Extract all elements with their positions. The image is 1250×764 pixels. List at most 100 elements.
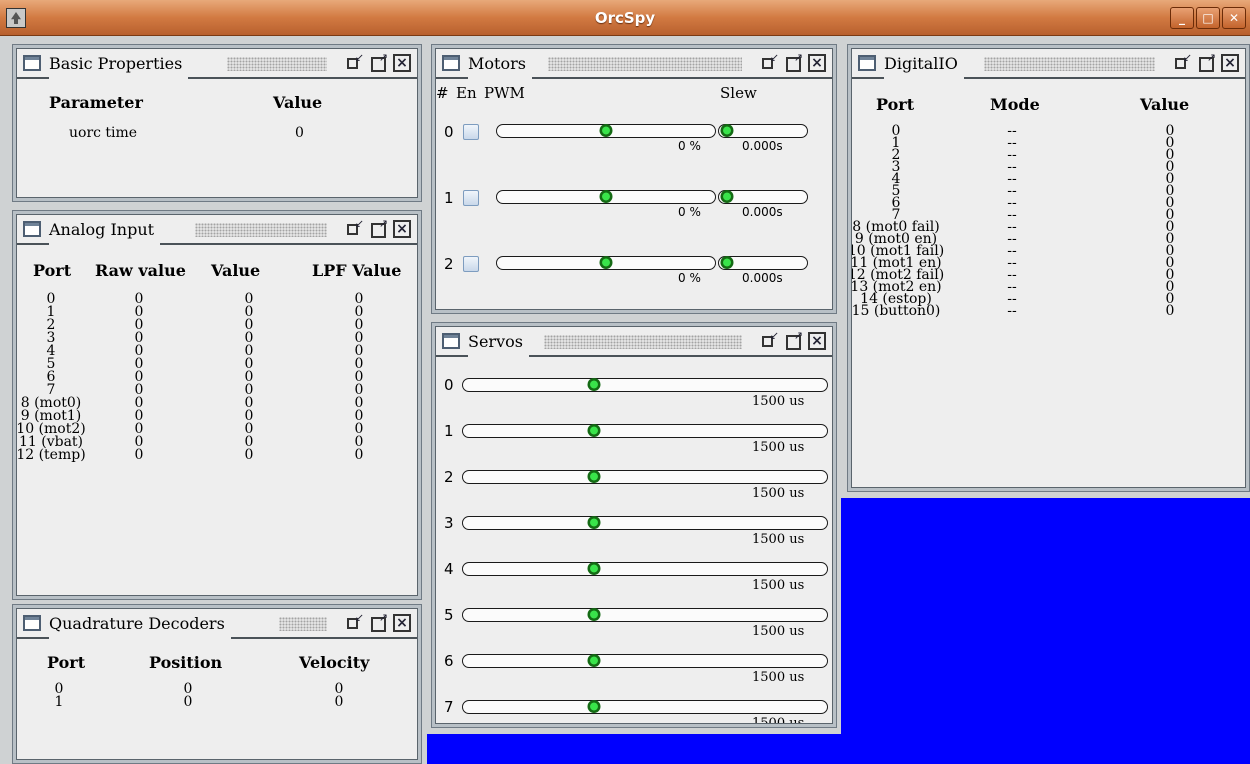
- frame-icon[interactable]: [23, 221, 41, 237]
- frame-title-bar[interactable]: Servos ×: [436, 327, 832, 357]
- port-label: 15 (button0): [852, 303, 941, 319]
- quadrature-decoders-frame[interactable]: Quadrature Decoders × Port Position Velo…: [12, 604, 422, 764]
- servo-id: 7: [444, 698, 454, 716]
- column-header: LPF Value: [312, 261, 402, 280]
- parameter-name: uorc time: [69, 125, 138, 141]
- table-cell: 0: [334, 694, 344, 710]
- drag-grip[interactable]: [984, 57, 1155, 71]
- slider-knob[interactable]: [599, 124, 613, 137]
- maximize-icon[interactable]: [784, 328, 803, 350]
- slider-knob[interactable]: [587, 424, 601, 437]
- port-label: 12 (temp): [17, 447, 86, 463]
- column-header: Value: [1140, 95, 1190, 114]
- servo-slider[interactable]: [462, 608, 828, 622]
- slider-knob[interactable]: [587, 700, 601, 713]
- slider-knob[interactable]: [599, 256, 613, 269]
- close-icon[interactable]: ×: [393, 614, 411, 632]
- close-icon[interactable]: ×: [393, 220, 411, 238]
- close-icon[interactable]: ×: [393, 54, 411, 72]
- frame-icon[interactable]: [23, 55, 41, 71]
- minimize-button[interactable]: _: [1170, 7, 1194, 29]
- digitalio-frame[interactable]: DigitalIO × Port Mode Value 0--01--02--0…: [847, 44, 1250, 492]
- slider-knob[interactable]: [720, 124, 734, 137]
- column-header: PWM: [484, 84, 525, 102]
- slider-knob[interactable]: [587, 378, 601, 391]
- column-header: Position: [149, 653, 223, 672]
- frame-icon[interactable]: [858, 55, 876, 71]
- drag-grip[interactable]: [195, 223, 327, 237]
- iconify-icon[interactable]: [345, 610, 364, 632]
- motor-enable-checkbox[interactable]: [463, 256, 479, 272]
- close-icon[interactable]: ×: [808, 332, 826, 350]
- column-header: Velocity: [299, 653, 370, 672]
- window-title: OrcSpy: [594, 9, 656, 27]
- servo-slider[interactable]: [462, 562, 828, 576]
- iconify-icon[interactable]: [760, 50, 779, 72]
- drag-grip[interactable]: [544, 335, 742, 349]
- frame-title-bar[interactable]: DigitalIO ×: [852, 49, 1245, 79]
- slider-knob[interactable]: [587, 562, 601, 575]
- frame-content: Parameter Value uorc time 0: [17, 81, 417, 197]
- app-window: OrcSpy _ □ ✕ Basic Properties × Paramete…: [0, 0, 1250, 764]
- slider-knob[interactable]: [587, 470, 601, 483]
- maximize-icon[interactable]: [369, 610, 388, 632]
- basic-properties-frame[interactable]: Basic Properties × Parameter Value uorc …: [12, 44, 422, 202]
- frame-title: Servos: [468, 327, 529, 357]
- servo-slider[interactable]: [462, 470, 828, 484]
- slider-knob[interactable]: [599, 190, 613, 203]
- iconify-icon[interactable]: [345, 216, 364, 238]
- maximize-icon[interactable]: [369, 50, 388, 72]
- column-header: En: [456, 84, 477, 102]
- iconify-icon[interactable]: [760, 328, 779, 350]
- frame-content: Port Raw value Value LPF Value 000010002…: [17, 247, 417, 595]
- maximize-icon[interactable]: [1197, 50, 1216, 72]
- frame-title-bar[interactable]: Analog Input ×: [17, 215, 417, 245]
- drag-grip[interactable]: [548, 57, 742, 71]
- drag-grip[interactable]: [227, 57, 327, 71]
- servo-value: 1500 us: [752, 716, 804, 723]
- frame-title: Motors: [468, 49, 532, 79]
- maximize-icon[interactable]: [784, 50, 803, 72]
- title-bar[interactable]: OrcSpy _ □ ✕: [0, 0, 1250, 36]
- servo-value: 1500 us: [752, 578, 805, 593]
- frame-icon[interactable]: [442, 55, 460, 71]
- pwm-value: 0 %: [678, 271, 701, 285]
- frame-content: 0 1500 us 1 1500 us 2 1500 us 3 1500 us 4 1500 us…: [436, 359, 832, 723]
- servo-slider[interactable]: [462, 654, 828, 668]
- servos-frame[interactable]: Servos × 0 1500 us 1 1500 us 2 1500 us 3 1500 u…: [431, 322, 837, 728]
- frame-title-bar[interactable]: Quadrature Decoders ×: [17, 609, 417, 639]
- close-icon[interactable]: ×: [1221, 54, 1239, 72]
- pwm-value: 0 %: [678, 205, 701, 219]
- slew-value: 0.000s: [742, 205, 783, 219]
- table-cell: --: [1007, 303, 1017, 319]
- servo-slider[interactable]: [462, 424, 828, 438]
- slider-knob[interactable]: [720, 256, 734, 269]
- frame-content: Port Position Velocity 0 0 0 1 0 0: [17, 641, 417, 759]
- motor-enable-checkbox[interactable]: [463, 190, 479, 206]
- close-button[interactable]: ✕: [1222, 7, 1246, 29]
- motor-enable-checkbox[interactable]: [463, 124, 479, 140]
- frame-title-bar[interactable]: Motors ×: [436, 49, 832, 79]
- analog-input-frame[interactable]: Analog Input × Port Raw value Value LPF …: [12, 210, 422, 600]
- iconify-icon[interactable]: [345, 50, 364, 72]
- slider-knob[interactable]: [587, 654, 601, 667]
- servo-slider[interactable]: [462, 516, 828, 530]
- frame-content: # En PWM Slew 0 0 % 0.000s 1 0 % 0.000s 2 0 % 0.…: [436, 81, 832, 309]
- close-icon[interactable]: ×: [808, 54, 826, 72]
- iconify-icon[interactable]: [1173, 50, 1192, 72]
- motors-frame[interactable]: Motors × # En PWM Slew 0 0 % 0.000s 1 0 % 0.0…: [431, 44, 837, 314]
- frame-icon[interactable]: [442, 333, 460, 349]
- slider-knob[interactable]: [587, 608, 601, 621]
- servo-value: 1500 us: [752, 394, 805, 409]
- servo-slider[interactable]: [462, 378, 828, 392]
- column-header: Port: [33, 261, 72, 280]
- maximize-icon[interactable]: [369, 216, 388, 238]
- motor-id: 0: [444, 123, 454, 141]
- servo-slider[interactable]: [462, 700, 828, 714]
- frame-icon[interactable]: [23, 615, 41, 631]
- slider-knob[interactable]: [587, 516, 601, 529]
- maximize-button[interactable]: □: [1196, 7, 1220, 29]
- frame-title-bar[interactable]: Basic Properties ×: [17, 49, 417, 79]
- slider-knob[interactable]: [720, 190, 734, 203]
- drag-grip[interactable]: [279, 617, 327, 631]
